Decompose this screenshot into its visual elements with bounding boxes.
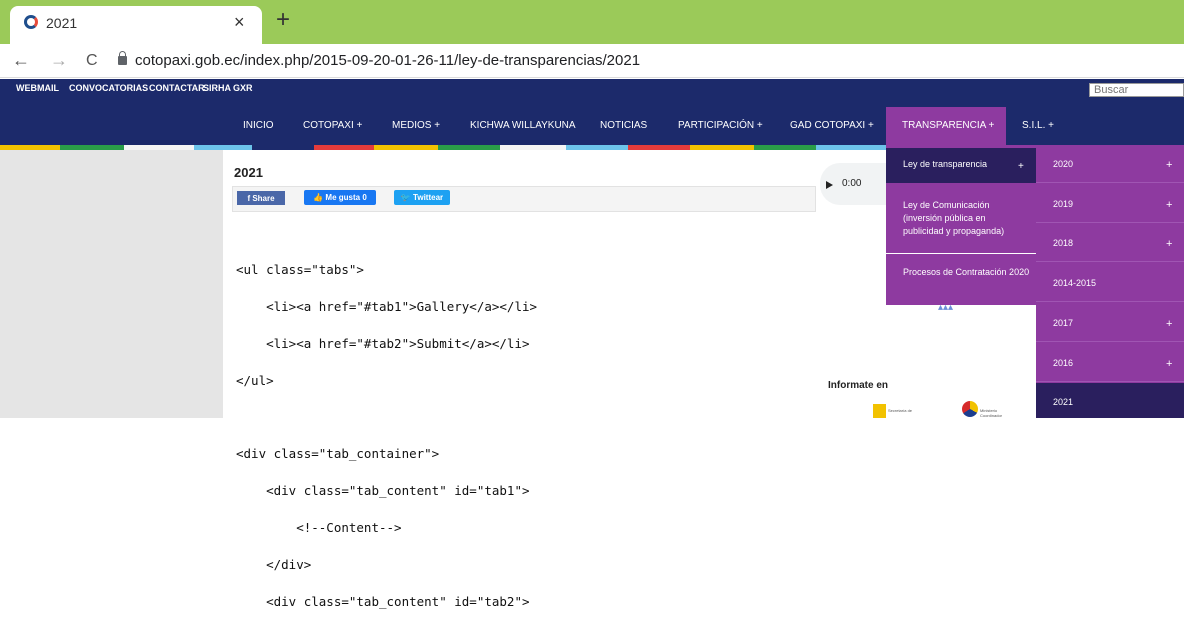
lock-icon[interactable] xyxy=(118,51,127,65)
secretaria-logo-text: Secretaría de xyxy=(888,408,913,413)
tweet-label: Twittear xyxy=(413,193,444,202)
code-line: <!--Content--> xyxy=(236,520,402,536)
code-line: <li><a href="#tab2">Submit</a></li> xyxy=(236,336,530,352)
nav-item-noticias[interactable]: NOTICIAS xyxy=(600,120,647,131)
main-nav xyxy=(0,99,1184,145)
page-title: 2021 xyxy=(234,165,263,180)
color-stripe xyxy=(754,145,816,150)
reload-icon[interactable]: C xyxy=(86,52,98,70)
color-stripe xyxy=(252,145,314,150)
topbar-link-contactar[interactable]: CONTACTAR xyxy=(149,83,205,93)
like-label: Me gusta 0 xyxy=(325,193,367,202)
dropdown-item-ley-comunicacion[interactable]: Ley de Comunicación (inversión pública e… xyxy=(886,199,1026,238)
submenu-label: 2019 xyxy=(1053,199,1074,209)
submenu-item-2017[interactable]: 2017 + xyxy=(1036,304,1184,342)
nav-item-inicio[interactable]: INICIO xyxy=(243,120,274,131)
color-stripe xyxy=(314,145,374,150)
dropdown-divider xyxy=(886,253,1036,254)
submenu-label: 2014-2015 xyxy=(1053,278,1097,288)
submenu-item-2020[interactable]: 2020 + xyxy=(1036,145,1184,183)
browser-tab[interactable]: 2021 × xyxy=(10,6,262,44)
submenu-item-2014-2015[interactable]: 2014-2015 xyxy=(1036,264,1184,302)
expand-plus-icon[interactable]: + xyxy=(1166,358,1172,370)
nav-item-gad-cotopaxi[interactable]: GAD COTOPAXI + xyxy=(790,120,874,131)
expand-plus-icon[interactable]: + xyxy=(1166,199,1172,211)
code-line: <li><a href="#tab1">Gallery</a></li> xyxy=(236,299,538,315)
code-line: <div class="tab_content" id="tab2"> xyxy=(236,593,530,609)
code-line: <div class="tab_content" id="tab1"> xyxy=(236,483,530,499)
facebook-share-button[interactable]: f Share xyxy=(237,191,285,205)
tweet-button[interactable]: 🐦 Twittear xyxy=(394,190,450,205)
new-tab-icon[interactable]: + xyxy=(276,8,290,32)
twitter-bird-icon: 🐦 xyxy=(400,193,414,202)
share-label: Share xyxy=(252,193,275,203)
expand-plus-icon[interactable]: + xyxy=(1166,159,1172,171)
submenu-label: 2017 xyxy=(1053,318,1074,328)
nav-item-cotopaxi[interactable]: COTOPAXI + xyxy=(303,120,362,131)
color-stripe xyxy=(690,145,754,150)
tab-title: 2021 xyxy=(46,15,78,31)
code-line: </ul> xyxy=(236,372,274,388)
topbar-link-gxr[interactable]: GXR xyxy=(233,83,253,93)
facebook-like-button[interactable]: 👍 Me gusta 0 xyxy=(304,190,376,205)
audio-time: 0:00 xyxy=(842,178,862,189)
secretaria-logo[interactable]: Secretaría de xyxy=(873,404,913,418)
color-stripe xyxy=(374,145,438,150)
dropdown-item-ley-transparencia[interactable]: Ley de transparencia xyxy=(886,158,1036,171)
color-stripe xyxy=(500,145,566,150)
expand-plus-icon[interactable]: + xyxy=(1018,161,1024,172)
nav-item-sil[interactable]: S.I.L. + xyxy=(1022,120,1054,131)
submenu-item-2019[interactable]: 2019 + xyxy=(1036,185,1184,223)
informate-heading: Informate en xyxy=(828,380,889,391)
close-tab-icon[interactable]: × xyxy=(234,12,245,33)
thumbs-up-icon: 👍 xyxy=(313,193,326,202)
topbar-link-webmail[interactable]: WEBMAIL xyxy=(16,83,59,93)
expand-plus-icon[interactable]: + xyxy=(1166,318,1172,330)
site-favicon-icon xyxy=(24,15,38,29)
ministerio-logo-icon xyxy=(962,401,978,417)
submenu-item-2021[interactable]: 2021 xyxy=(1036,383,1184,418)
nav-item-kichwa-willaykuna[interactable]: KICHWA WILLAYKUNA xyxy=(470,120,576,131)
submenu-item-2016[interactable]: 2016 + xyxy=(1036,344,1184,382)
submenu-item-2018[interactable]: 2018 + xyxy=(1036,224,1184,262)
topbar-link-convocatorias[interactable]: CONVOCATORIAS xyxy=(69,83,148,93)
submenu-label: 2020 xyxy=(1053,159,1074,169)
nav-item-medios[interactable]: MEDIOS + xyxy=(392,120,440,131)
submenu-label: 2016 xyxy=(1053,358,1074,368)
nav-item-participacion[interactable]: PARTICIPACIÓN + xyxy=(678,120,763,131)
topbar-link-sirha[interactable]: SIRHA xyxy=(203,83,231,93)
back-arrow-icon[interactable]: ← xyxy=(12,50,30,71)
submenu-label: 2021 xyxy=(1053,397,1074,407)
utility-bar: WEBMAIL CONVOCATORIAS CONTACTAR SIRHA GX… xyxy=(0,79,1184,99)
play-icon[interactable] xyxy=(826,181,833,189)
left-gray-panel xyxy=(0,150,223,418)
code-block: <ul class="tabs"> <li><a href="#tab1">Ga… xyxy=(236,243,537,630)
color-stripe xyxy=(628,145,690,150)
nav-item-transparencia[interactable]: TRANSPARENCIA + xyxy=(902,120,994,131)
forward-arrow-icon[interactable]: → xyxy=(50,50,68,71)
ministerio-logo[interactable]: Ministerio Coordinador xyxy=(962,401,1018,418)
color-stripe xyxy=(566,145,628,150)
code-line: <ul class="tabs"> xyxy=(236,262,364,278)
code-line: <div class="tab_container"> xyxy=(236,446,440,462)
secretaria-logo-icon xyxy=(873,404,886,418)
submenu-label: 2018 xyxy=(1053,238,1074,248)
dropdown-item-procesos-contratacion[interactable]: Procesos de Contratación 2020 xyxy=(886,266,1036,279)
url-text[interactable]: cotopaxi.gob.ec/index.php/2015-09-20-01-… xyxy=(135,52,640,69)
expand-plus-icon[interactable]: + xyxy=(1166,238,1172,250)
search-input[interactable] xyxy=(1089,83,1184,97)
address-bar: ← → C cotopaxi.gob.ec/index.php/2015-09-… xyxy=(0,44,1184,78)
color-stripe xyxy=(438,145,500,150)
code-line: </div> xyxy=(236,556,312,572)
ministerio-logo-text: Ministerio Coordinador xyxy=(980,408,1003,418)
